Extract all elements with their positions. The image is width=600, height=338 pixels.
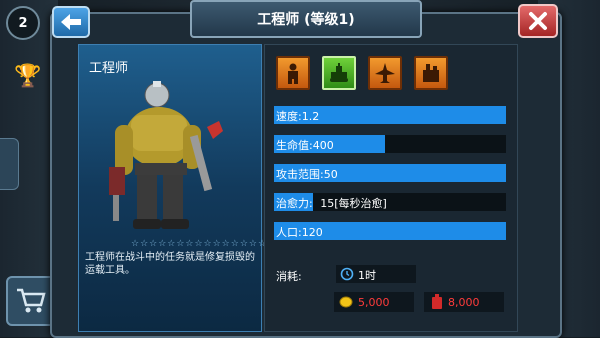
infantry-class-button[interactable]	[276, 56, 310, 90]
shop-cart-button[interactable]	[6, 276, 56, 326]
clock-icon	[340, 267, 354, 281]
stat-label-health: 生命值:400	[276, 139, 334, 152]
vehicle-class-button[interactable]	[322, 56, 356, 90]
stat-label-population: 人口:120	[276, 226, 323, 239]
infantry-icon	[288, 63, 298, 84]
time-cost: 1时	[336, 265, 416, 283]
star-rating: ☆☆☆☆☆☆☆☆☆☆☆☆☆☆☆	[131, 239, 268, 249]
building-icon	[423, 64, 439, 82]
consume-label: 消耗:	[276, 270, 302, 283]
dialog-title: 工程师 (等级1)	[190, 0, 422, 38]
fuel-cost-value: 8,000	[448, 295, 480, 309]
tank-icon	[330, 63, 348, 82]
close-icon	[529, 12, 547, 30]
stat-row-speed: 速度:1.2	[274, 106, 506, 124]
close-button[interactable]	[518, 4, 558, 38]
gold-cost: 5,000	[334, 292, 414, 312]
stat-heal-value: 15[每秒治愈]	[320, 197, 387, 210]
gold-cost-value: 5,000	[358, 295, 390, 309]
unit-portrait-panel: 工程师 ☆☆☆☆☆☆☆☆☆☆☆☆☆☆☆ 工程师在战斗中的任务就是修复损毁的运载工…	[78, 44, 266, 332]
stat-label-speed: 速度:1.2	[276, 110, 320, 123]
stat-label-heal: 治愈力: 15[每秒治愈]	[276, 195, 387, 211]
stat-row-health: 生命值:400	[274, 135, 506, 153]
unit-description: 工程师在战斗中的任务就是修复损毁的运载工具。	[85, 252, 255, 276]
aircraft-class-button[interactable]	[368, 56, 402, 90]
stat-row-heal: 治愈力: 15[每秒治愈]	[274, 193, 506, 211]
stat-row-range: 攻击范围:50	[274, 164, 506, 182]
aircraft-icon	[375, 63, 395, 83]
stat-label-range: 攻击范围:50	[276, 168, 338, 181]
engineer-portrait	[109, 81, 223, 229]
round-badge: 2	[6, 6, 40, 40]
back-button[interactable]	[52, 6, 90, 38]
stat-heal-name: 治愈力:	[276, 197, 313, 210]
stat-row-population: 人口:120	[274, 222, 506, 240]
building-class-button[interactable]	[414, 56, 448, 90]
side-expand-arrow[interactable]	[0, 138, 19, 190]
trophy-icon[interactable]: 🏆	[14, 64, 41, 89]
time-cost-value: 1时	[358, 269, 376, 282]
arrow-left-icon	[61, 14, 81, 30]
cart-icon	[17, 288, 46, 313]
fuel-can-icon	[432, 294, 442, 309]
fuel-cost: 8,000	[424, 292, 504, 312]
gold-coin-icon	[339, 296, 353, 308]
